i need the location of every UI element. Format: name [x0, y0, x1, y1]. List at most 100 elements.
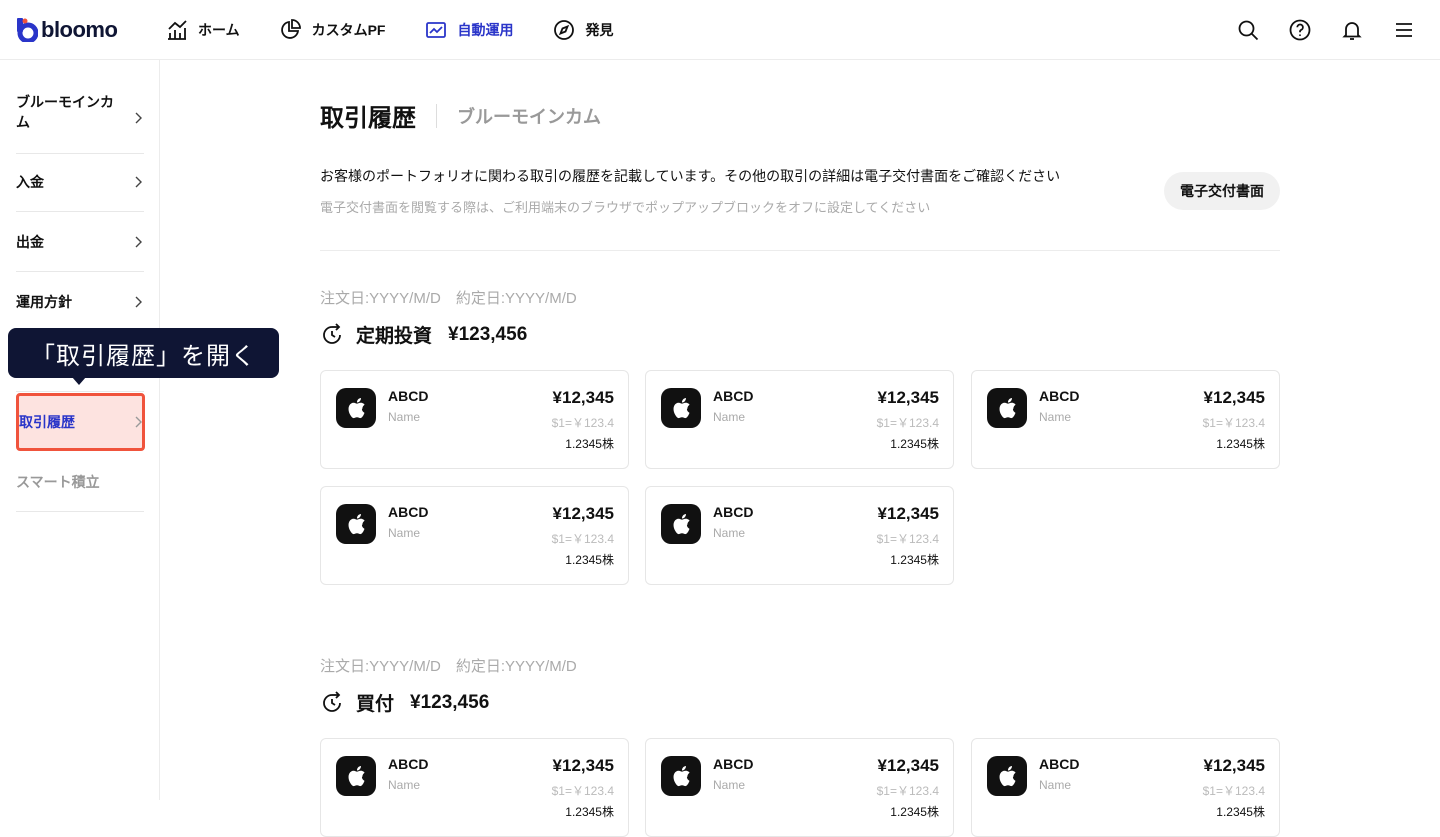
exchange-rate: $1=￥123.4	[551, 532, 614, 546]
share-quantity: 1.2345株	[1216, 437, 1265, 451]
page-title: 取引履歴	[320, 105, 416, 132]
stock-name: Name	[713, 410, 746, 424]
header-actions	[1208, 18, 1416, 42]
stock-price: ¥12,345	[877, 504, 939, 523]
apple-icon	[336, 504, 376, 544]
share-quantity: 1.2345株	[565, 553, 614, 567]
sidebar-item-deposit[interactable]: 入金	[16, 152, 144, 212]
apple-icon	[336, 756, 376, 796]
stock-symbol: ABCD	[388, 756, 429, 772]
bell-icon[interactable]	[1340, 18, 1364, 42]
nav-home-label: ホーム	[198, 22, 240, 38]
stock-price: ¥12,345	[877, 388, 939, 407]
bloomo-logo-icon	[17, 18, 38, 42]
nav-custom-pf[interactable]: カスタムPF	[280, 18, 386, 42]
share-quantity: 1.2345株	[890, 437, 939, 451]
sidebar-item-label: ブルーモインカム	[16, 94, 114, 130]
exchange-rate: $1=￥123.4	[551, 784, 614, 798]
stock-symbol: ABCD	[1039, 388, 1080, 404]
stock-card[interactable]: ABCD Name ¥12,345 $1=￥123.4 1.2345株	[320, 486, 629, 585]
divider	[320, 250, 1280, 251]
share-quantity: 1.2345株	[565, 437, 614, 451]
menu-icon[interactable]	[1392, 18, 1416, 42]
nav-auto-invest[interactable]: 自動運用	[425, 18, 513, 42]
sidebar-item-label: 取引履歴	[19, 414, 75, 430]
apple-icon	[661, 504, 701, 544]
chevron-right-icon	[135, 296, 142, 307]
top-header: bloomo ホーム カスタムPF 自動運用 発見	[0, 0, 1440, 60]
stock-name: Name	[1039, 778, 1072, 792]
exchange-rate: $1=￥123.4	[1202, 784, 1265, 798]
nav-home[interactable]: ホーム	[166, 18, 240, 42]
bloomo-logo[interactable]: bloomo	[16, 17, 118, 43]
share-quantity: 1.2345株	[565, 805, 614, 819]
stock-name: Name	[1039, 410, 1072, 424]
share-quantity: 1.2345株	[890, 553, 939, 567]
stock-card[interactable]: ABCD Name ¥12,345 $1=￥123.4 1.2345株	[320, 370, 629, 469]
stock-price: ¥12,345	[877, 756, 939, 775]
stock-card[interactable]: ABCD Name ¥12,345 $1=￥123.4 1.2345株	[645, 738, 954, 837]
stock-symbol: ABCD	[713, 756, 754, 772]
section-dates: 注文日:YYYY/M/D 約定日:YYYY/M/D	[320, 290, 577, 307]
chevron-right-icon	[135, 176, 142, 187]
chevron-right-icon	[135, 112, 142, 123]
page-subtitle: ブルーモインカム	[457, 106, 601, 127]
sidebar-item-history[interactable]: 取引履歴	[19, 392, 144, 452]
sidebar-item-label: 運用方針	[16, 294, 72, 310]
sidebar-item-smart-saving[interactable]: スマート積立	[16, 452, 144, 512]
exchange-rate: $1=￥123.4	[551, 416, 614, 430]
compass-icon	[554, 20, 575, 40]
stock-price: ¥12,345	[552, 756, 614, 775]
electronic-docs-button[interactable]: 電子交付書面	[1164, 172, 1280, 210]
stock-name: Name	[713, 778, 746, 792]
chevron-right-icon	[135, 416, 142, 428]
stock-symbol: ABCD	[1039, 756, 1080, 772]
sidebar-item-bloomo-income[interactable]: ブルーモインカム	[16, 82, 144, 154]
stock-price: ¥12,345	[552, 504, 614, 523]
stock-price: ¥12,345	[1203, 756, 1265, 775]
nav-discover-label: 発見	[585, 22, 614, 38]
stock-name: Name	[713, 526, 746, 540]
apple-icon	[987, 388, 1027, 428]
recurring-icon	[323, 690, 341, 712]
sidebar-item-label: スマート積立	[16, 474, 100, 490]
stock-symbol: ABCD	[713, 504, 754, 520]
page-note: 電子交付書面を閲覧する際は、ご利用端末のブラウザでポップアップブロックをオフに設…	[320, 200, 931, 215]
help-icon[interactable]	[1288, 18, 1312, 42]
nav-custom-pf-label: カスタムPF	[311, 22, 386, 38]
section-amount: ¥123,456	[448, 323, 528, 345]
title-row: 取引履歴 ブルーモインカム	[320, 98, 601, 133]
section-type: 買付	[356, 694, 395, 715]
chevron-right-icon	[135, 236, 142, 247]
guide-tooltip: 「取引履歴」を開く	[8, 328, 279, 378]
section-type: 定期投資	[356, 326, 433, 347]
tooltip-arrow	[72, 377, 86, 385]
nav-discover[interactable]: 発見	[553, 18, 613, 42]
section-header: 買付 ¥123,456	[320, 689, 489, 716]
apple-icon	[987, 756, 1027, 796]
stock-symbol: ABCD	[713, 388, 754, 404]
stock-card[interactable]: ABCD Name ¥12,345 $1=￥123.4 1.2345株	[971, 370, 1280, 469]
apple-icon	[661, 388, 701, 428]
section-header: 定期投資 ¥123,456	[320, 321, 527, 348]
main-nav: ホーム カスタムPF 自動運用 発見	[166, 18, 653, 42]
share-quantity: 1.2345株	[890, 805, 939, 819]
stock-card[interactable]: ABCD Name ¥12,345 $1=￥123.4 1.2345株	[645, 370, 954, 469]
sidebar-item-withdraw[interactable]: 出金	[16, 212, 144, 272]
stock-card[interactable]: ABCD Name ¥12,345 $1=￥123.4 1.2345株	[645, 486, 954, 585]
recurring-icon	[323, 322, 341, 344]
apple-icon	[336, 388, 376, 428]
stock-symbol: ABCD	[388, 388, 429, 404]
brand-name: bloomo	[41, 17, 118, 42]
title-divider	[436, 103, 437, 128]
sidebar-item-policy[interactable]: 運用方針	[16, 272, 144, 332]
stock-card[interactable]: ABCD Name ¥12,345 $1=￥123.4 1.2345株	[320, 738, 629, 837]
stock-card[interactable]: ABCD Name ¥12,345 $1=￥123.4 1.2345株	[971, 738, 1280, 837]
exchange-rate: $1=￥123.4	[876, 416, 939, 430]
apple-icon	[661, 756, 701, 796]
section-amount: ¥123,456	[410, 691, 490, 713]
stock-price: ¥12,345	[1203, 388, 1265, 407]
exchange-rate: $1=￥123.4	[1202, 416, 1265, 430]
stock-name: Name	[388, 526, 421, 540]
search-icon[interactable]	[1236, 18, 1260, 42]
